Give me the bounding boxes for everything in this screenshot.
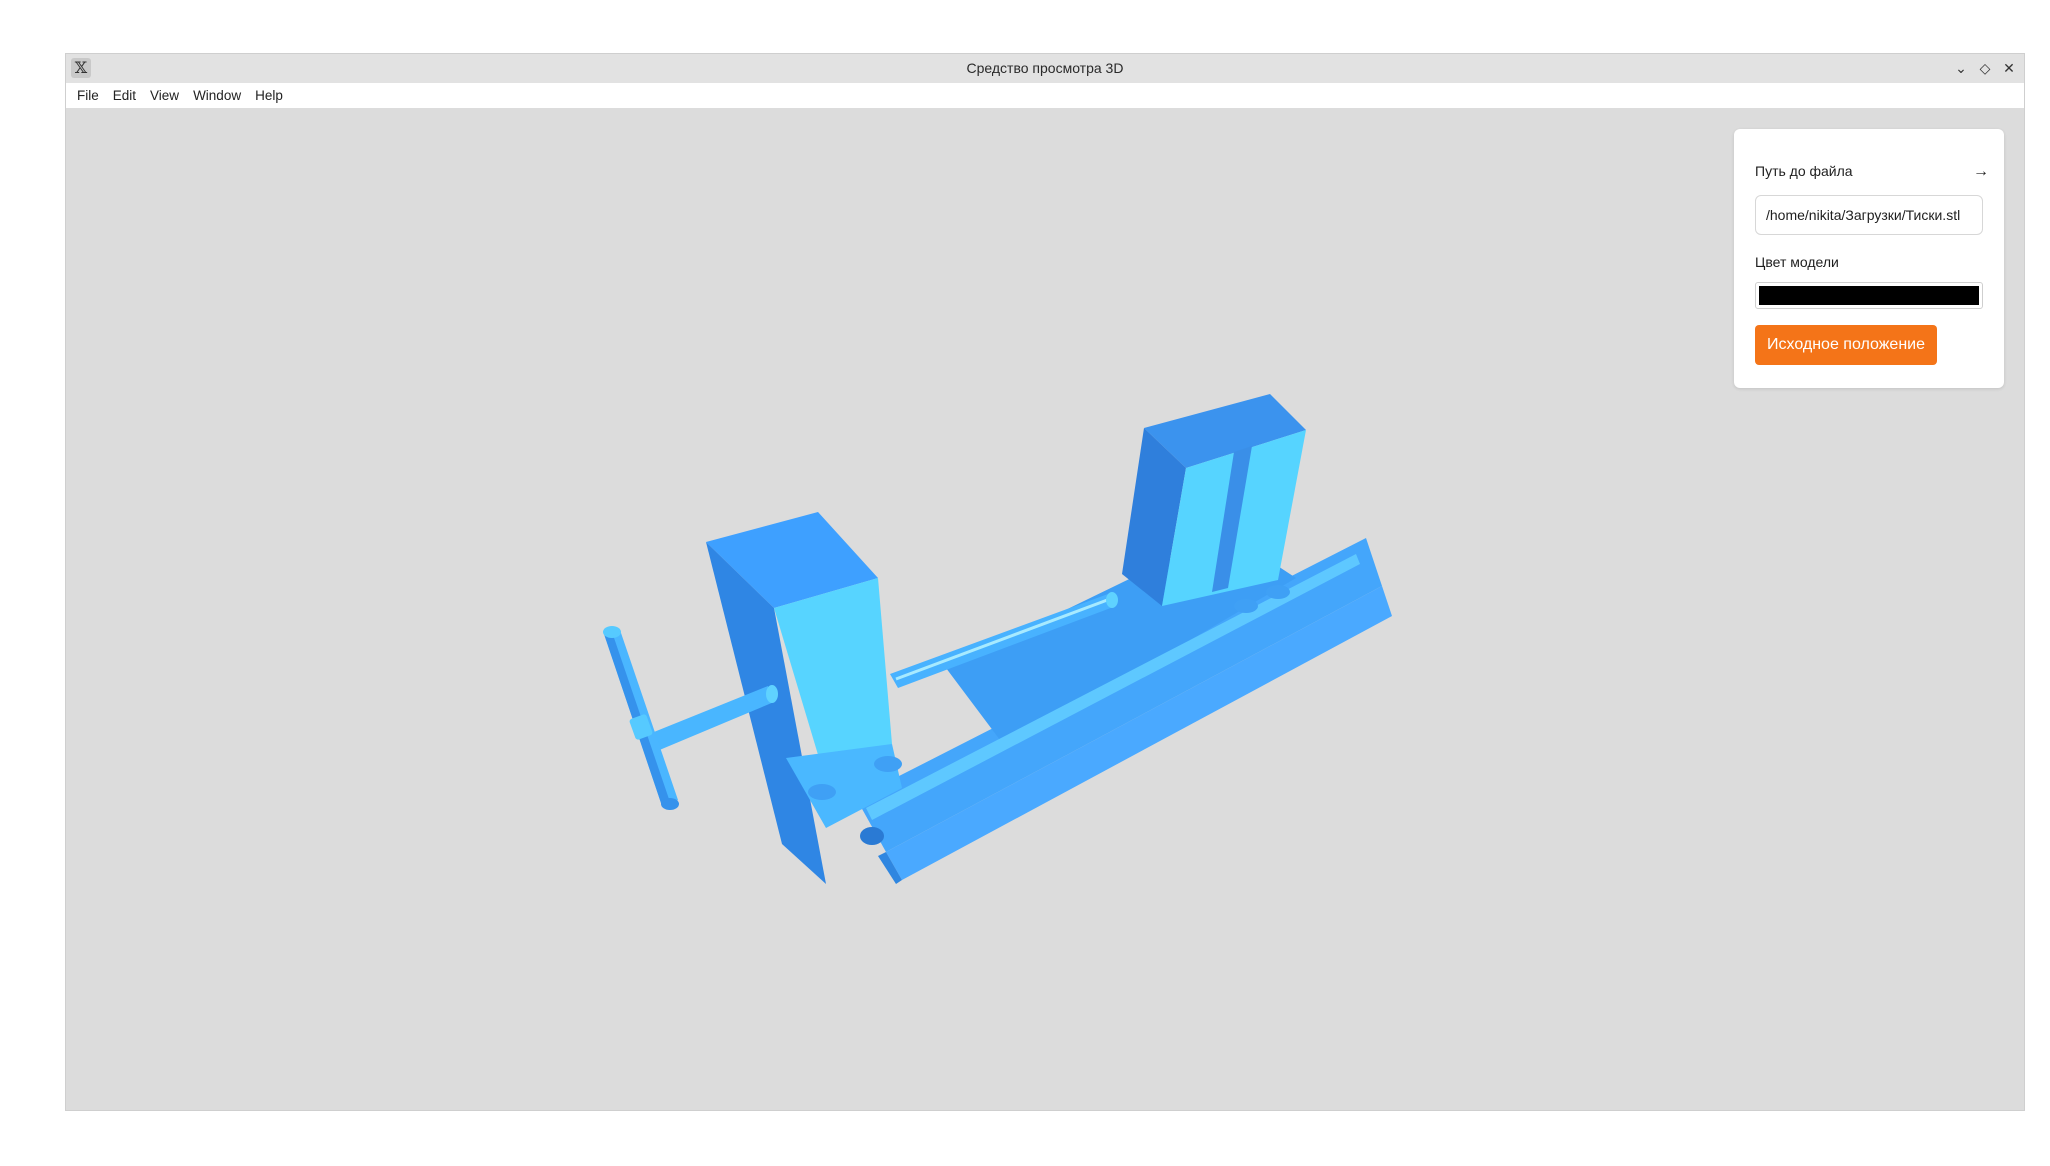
minimize-icon[interactable]: ⌄ <box>1952 60 1970 78</box>
model-handle-cap <box>661 798 679 810</box>
maximize-icon[interactable]: ◇ <box>1976 60 1994 78</box>
model-color-swatch <box>1759 286 1979 305</box>
menu-bar: File Edit View Window Help <box>66 83 2024 108</box>
menu-file[interactable]: File <box>70 83 106 108</box>
model-bolt <box>874 756 902 772</box>
app-window: 𝕏 Средство просмотра 3D ⌄ ◇ ✕ File Edit … <box>66 54 2024 1110</box>
reset-view-button[interactable]: Исходное положение <box>1755 325 1937 365</box>
menu-help[interactable]: Help <box>248 83 290 108</box>
model-bolt <box>1266 585 1290 599</box>
vise-model-render[interactable] <box>66 108 2024 1110</box>
settings-panel: Путь до файла → Цвет модели Исходное пол… <box>1734 129 2004 388</box>
window-controls: ⌄ ◇ ✕ <box>1952 54 2018 83</box>
model-hole <box>860 827 884 845</box>
model-handle-rod-end <box>766 685 778 703</box>
model-bolt <box>808 784 836 800</box>
model-color-picker[interactable] <box>1755 282 1983 309</box>
model-handle-cap <box>603 626 621 638</box>
model-color-label: Цвет модели <box>1755 254 1839 270</box>
close-icon[interactable]: ✕ <box>2000 60 2018 78</box>
window-title: Средство просмотра 3D <box>966 60 1124 76</box>
file-path-label: Путь до файла <box>1755 163 1853 179</box>
menu-window[interactable]: Window <box>186 83 248 108</box>
file-path-input[interactable] <box>1755 195 1983 235</box>
menu-view[interactable]: View <box>143 83 186 108</box>
title-bar[interactable]: 𝕏 Средство просмотра 3D ⌄ ◇ ✕ <box>66 54 2024 84</box>
model-bolt <box>1234 599 1258 613</box>
3d-viewport[interactable]: Путь до файла → Цвет модели Исходное пол… <box>66 108 2024 1110</box>
open-file-arrow-icon[interactable]: → <box>1970 162 1992 182</box>
menu-edit[interactable]: Edit <box>106 83 143 108</box>
model-screw-end <box>1106 592 1118 608</box>
